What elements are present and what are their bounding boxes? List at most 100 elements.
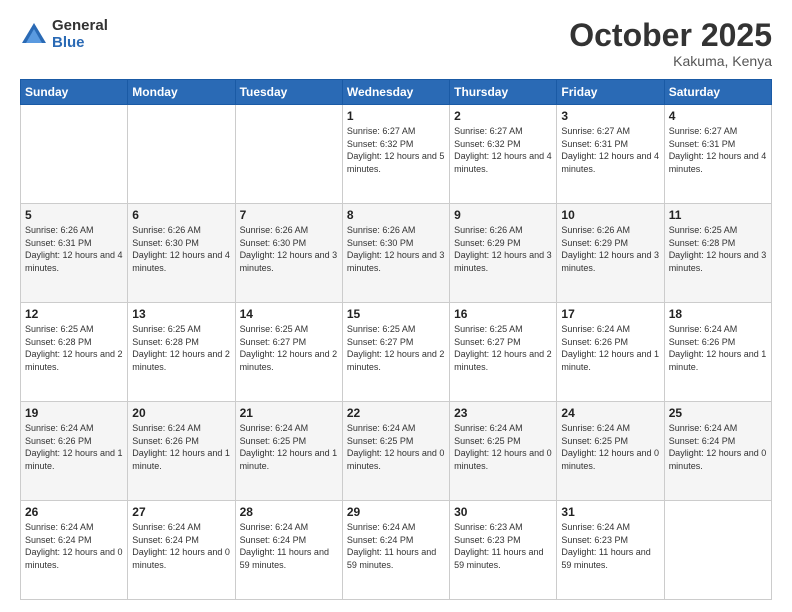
day-number: 6 (132, 208, 230, 222)
day-info: Sunrise: 6:24 AM Sunset: 6:25 PM Dayligh… (347, 422, 445, 472)
calendar-cell: 7Sunrise: 6:26 AM Sunset: 6:30 PM Daylig… (235, 204, 342, 303)
day-number: 29 (347, 505, 445, 519)
calendar-cell: 27 Sunrise: 6:24 AM Sunset: 6:24 PM Dayli… (128, 501, 235, 600)
calendar-cell: 31 Sunrise: 6:24 AM Sunset: 6:23 PM Dayli… (557, 501, 664, 600)
calendar-cell (128, 105, 235, 204)
day-info: Sunrise: 6:25 AM Sunset: 6:27 PM Dayligh… (454, 323, 552, 373)
day-info: Sunrise: 6:27 AM Sunset: 6:32 PM Dayligh… (454, 125, 552, 175)
logo-blue-label: Blue (52, 35, 108, 52)
calendar-cell: 4Sunrise: 6:27 AM Sunset: 6:31 PM Daylig… (664, 105, 771, 204)
day-number: 26 (25, 505, 123, 519)
day-number: 12 (25, 307, 123, 321)
day-info: Sunrise: 6:24 AM Sunset: 6:26 PM Dayligh… (561, 323, 659, 373)
day-number: 16 (454, 307, 552, 321)
location: Kakuma, Kenya (569, 53, 772, 69)
day-number: 31 (561, 505, 659, 519)
col-header-saturday: Saturday (664, 80, 771, 105)
day-number: 3 (561, 109, 659, 123)
logo-icon (20, 21, 48, 49)
calendar-cell: 6 Sunrise: 6:26 AM Sunset: 6:30 PM Daylig… (128, 204, 235, 303)
day-number: 15 (347, 307, 445, 321)
calendar-cell: 5 Sunrise: 6:26 AM Sunset: 6:31 PM Daylig… (21, 204, 128, 303)
calendar-week-row: 19 Sunrise: 6:24 AM Sunset: 6:26 PM Dayli… (21, 402, 772, 501)
month-title: October 2025 (569, 18, 772, 53)
day-number: 19 (25, 406, 123, 420)
calendar-cell: 15 Sunrise: 6:25 AM Sunset: 6:27 PM Dayli… (342, 303, 449, 402)
calendar-cell: 2 Sunrise: 6:27 AM Sunset: 6:32 PM Daylig… (450, 105, 557, 204)
day-number: 7 (240, 208, 338, 222)
day-info: Sunrise: 6:25 AM Sunset: 6:28 PM Dayligh… (132, 323, 230, 373)
day-number: 28 (240, 505, 338, 519)
day-info: Sunrise: 6:24 AM Sunset: 6:23 PM Dayligh… (561, 521, 659, 571)
calendar-cell: 24Sunrise: 6:24 AM Sunset: 6:25 PM Dayli… (557, 402, 664, 501)
day-info: Sunrise: 6:26 AM Sunset: 6:29 PM Dayligh… (561, 224, 659, 274)
day-info: Sunrise: 6:23 AM Sunset: 6:23 PM Dayligh… (454, 521, 552, 571)
day-number: 2 (454, 109, 552, 123)
calendar-cell: 19 Sunrise: 6:24 AM Sunset: 6:26 PM Dayli… (21, 402, 128, 501)
calendar-cell: 23 Sunrise: 6:24 AM Sunset: 6:25 PM Dayli… (450, 402, 557, 501)
col-header-tuesday: Tuesday (235, 80, 342, 105)
col-header-sunday: Sunday (21, 80, 128, 105)
header: General Blue October 2025 Kakuma, Kenya (20, 18, 772, 69)
day-number: 17 (561, 307, 659, 321)
calendar-cell: 14 Sunrise: 6:25 AM Sunset: 6:27 PM Dayli… (235, 303, 342, 402)
day-info: Sunrise: 6:24 AM Sunset: 6:26 PM Dayligh… (132, 422, 230, 472)
calendar-header-row: SundayMondayTuesdayWednesdayThursdayFrid… (21, 80, 772, 105)
day-info: Sunrise: 6:26 AM Sunset: 6:30 PM Dayligh… (132, 224, 230, 274)
day-info: Sunrise: 6:26 AM Sunset: 6:29 PM Dayligh… (454, 224, 552, 274)
calendar-week-row: 12 Sunrise: 6:25 AM Sunset: 6:28 PM Dayli… (21, 303, 772, 402)
day-number: 22 (347, 406, 445, 420)
day-info: Sunrise: 6:24 AM Sunset: 6:24 PM Dayligh… (25, 521, 123, 571)
calendar-week-row: 26 Sunrise: 6:24 AM Sunset: 6:24 PM Dayli… (21, 501, 772, 600)
day-number: 20 (132, 406, 230, 420)
calendar-table: SundayMondayTuesdayWednesdayThursdayFrid… (20, 79, 772, 600)
day-number: 10 (561, 208, 659, 222)
calendar-cell: 10 Sunrise: 6:26 AM Sunset: 6:29 PM Dayli… (557, 204, 664, 303)
logo-text: General Blue (52, 18, 108, 51)
day-number: 13 (132, 307, 230, 321)
day-info: Sunrise: 6:27 AM Sunset: 6:31 PM Dayligh… (669, 125, 767, 175)
day-number: 23 (454, 406, 552, 420)
day-info: Sunrise: 6:27 AM Sunset: 6:32 PM Dayligh… (347, 125, 445, 175)
calendar-cell: 3 Sunrise: 6:27 AM Sunset: 6:31 PM Daylig… (557, 105, 664, 204)
day-info: Sunrise: 6:25 AM Sunset: 6:27 PM Dayligh… (240, 323, 338, 373)
day-info: Sunrise: 6:24 AM Sunset: 6:24 PM Dayligh… (240, 521, 338, 571)
calendar-cell: 8 Sunrise: 6:26 AM Sunset: 6:30 PM Daylig… (342, 204, 449, 303)
day-info: Sunrise: 6:24 AM Sunset: 6:25 PM Dayligh… (561, 422, 659, 472)
day-number: 5 (25, 208, 123, 222)
calendar-cell: 26 Sunrise: 6:24 AM Sunset: 6:24 PM Dayli… (21, 501, 128, 600)
calendar-cell: 22 Sunrise: 6:24 AM Sunset: 6:25 PM Dayli… (342, 402, 449, 501)
calendar-cell: 13 Sunrise: 6:25 AM Sunset: 6:28 PM Dayli… (128, 303, 235, 402)
day-info: Sunrise: 6:26 AM Sunset: 6:31 PM Dayligh… (25, 224, 123, 274)
col-header-monday: Monday (128, 80, 235, 105)
day-info: Sunrise: 6:24 AM Sunset: 6:25 PM Dayligh… (454, 422, 552, 472)
day-info: Sunrise: 6:24 AM Sunset: 6:24 PM Dayligh… (669, 422, 767, 472)
calendar-week-row: 5 Sunrise: 6:26 AM Sunset: 6:31 PM Daylig… (21, 204, 772, 303)
calendar-week-row: 1Sunrise: 6:27 AM Sunset: 6:32 PM Daylig… (21, 105, 772, 204)
day-number: 11 (669, 208, 767, 222)
day-number: 9 (454, 208, 552, 222)
calendar-cell: 11Sunrise: 6:25 AM Sunset: 6:28 PM Dayli… (664, 204, 771, 303)
calendar-cell: 9 Sunrise: 6:26 AM Sunset: 6:29 PM Daylig… (450, 204, 557, 303)
col-header-thursday: Thursday (450, 80, 557, 105)
calendar-cell: 17 Sunrise: 6:24 AM Sunset: 6:26 PM Dayli… (557, 303, 664, 402)
day-number: 8 (347, 208, 445, 222)
day-info: Sunrise: 6:25 AM Sunset: 6:27 PM Dayligh… (347, 323, 445, 373)
calendar-cell (664, 501, 771, 600)
day-number: 30 (454, 505, 552, 519)
day-number: 21 (240, 406, 338, 420)
day-info: Sunrise: 6:24 AM Sunset: 6:24 PM Dayligh… (132, 521, 230, 571)
col-header-wednesday: Wednesday (342, 80, 449, 105)
day-number: 18 (669, 307, 767, 321)
day-number: 14 (240, 307, 338, 321)
day-info: Sunrise: 6:24 AM Sunset: 6:26 PM Dayligh… (669, 323, 767, 373)
calendar-cell (21, 105, 128, 204)
day-info: Sunrise: 6:26 AM Sunset: 6:30 PM Dayligh… (347, 224, 445, 274)
day-number: 27 (132, 505, 230, 519)
day-info: Sunrise: 6:24 AM Sunset: 6:26 PM Dayligh… (25, 422, 123, 472)
day-info: Sunrise: 6:27 AM Sunset: 6:31 PM Dayligh… (561, 125, 659, 175)
calendar-cell: 25Sunrise: 6:24 AM Sunset: 6:24 PM Dayli… (664, 402, 771, 501)
calendar-cell: 21Sunrise: 6:24 AM Sunset: 6:25 PM Dayli… (235, 402, 342, 501)
calendar-cell: 12Sunrise: 6:25 AM Sunset: 6:28 PM Dayli… (21, 303, 128, 402)
calendar-cell: 16 Sunrise: 6:25 AM Sunset: 6:27 PM Dayli… (450, 303, 557, 402)
